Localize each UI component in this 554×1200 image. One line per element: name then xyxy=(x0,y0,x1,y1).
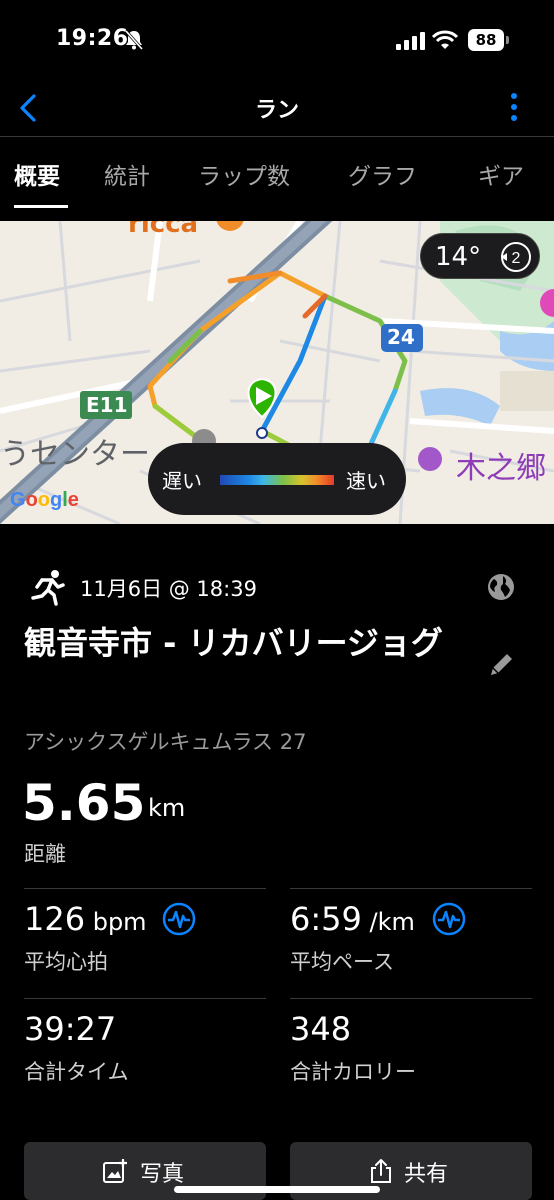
map-place-top: ricca xyxy=(128,221,199,239)
stat-divider xyxy=(24,888,266,889)
tab-stats[interactable]: 統計 xyxy=(104,157,150,191)
google-logo: Google xyxy=(10,489,79,511)
tab-overview[interactable]: 概要 xyxy=(14,157,60,191)
distance-label: 距離 xyxy=(24,842,66,866)
activity-title: 観音寺市 - リカバリージョグ xyxy=(24,624,443,662)
avg-heart-rate-value: 126 bpm xyxy=(24,900,147,938)
more-options-icon[interactable] xyxy=(506,92,522,122)
tab-bar: 概要 統計 ラップ数 グラフ ギア xyxy=(0,137,554,211)
active-tab-indicator xyxy=(14,205,68,208)
map-route-e11: E11 xyxy=(86,393,128,417)
bell-slash-icon xyxy=(124,30,144,50)
distance-value: 5.65 xyxy=(22,774,146,832)
temperature: 14° xyxy=(435,242,482,272)
nav-bar: ラン xyxy=(0,80,554,136)
battery-indicator: 88 xyxy=(468,29,504,51)
share-icon xyxy=(371,1159,391,1183)
total-calories-value: 348 xyxy=(290,1010,352,1048)
edit-pencil-icon[interactable] xyxy=(486,650,516,680)
add-photo-icon xyxy=(103,1159,127,1183)
avg-pace-value: 6:59 /km xyxy=(290,900,415,938)
home-indicator xyxy=(174,1186,380,1193)
add-photo-label: 写真 xyxy=(140,1162,185,1187)
page-title: ラン xyxy=(254,98,299,123)
status-time: 19:26 xyxy=(56,26,129,51)
status-bar: 19:26 88 xyxy=(0,0,554,80)
running-icon xyxy=(31,570,65,606)
total-time-value: 39:27 xyxy=(24,1010,117,1048)
tab-laps[interactable]: ラップ数 xyxy=(198,157,290,191)
route-map[interactable]: ricca E11 24 うセンター 木之郷 Google 14° 2 遅い 速… xyxy=(0,221,554,524)
tab-graph[interactable]: グラフ xyxy=(348,157,417,191)
wind-speed: 2 xyxy=(512,250,521,267)
distance-unit: km xyxy=(148,794,186,822)
heart-rate-chart-icon[interactable] xyxy=(162,902,196,936)
share-label: 共有 xyxy=(404,1162,449,1187)
speed-legend: 遅い 速い xyxy=(148,443,406,515)
map-place-center: うセンター xyxy=(0,437,150,472)
weather-badge: 14° 2 xyxy=(420,233,540,279)
map-place-right: 木之郷 xyxy=(456,451,546,486)
avg-heart-rate-label: 平均心拍 xyxy=(24,950,108,974)
pace-chart-icon[interactable] xyxy=(432,902,466,936)
wind-direction-icon: 2 xyxy=(501,242,531,272)
tab-gear[interactable]: ギア xyxy=(478,157,524,191)
speed-gradient-bar xyxy=(220,475,334,485)
cellular-signal-icon xyxy=(396,32,425,50)
battery-cap xyxy=(506,36,509,44)
avg-pace-label: 平均ペース xyxy=(290,950,394,974)
stat-divider xyxy=(290,998,532,999)
total-calories-label: 合計カロリー xyxy=(290,1060,416,1084)
globe-icon[interactable] xyxy=(486,572,516,602)
total-time-label: 合計タイム xyxy=(24,1060,129,1084)
wifi-icon xyxy=(432,30,458,49)
legend-fast-label: 速い xyxy=(346,469,386,493)
gear-name: アシックスゲルキュムラス 27 xyxy=(24,730,307,754)
activity-date: 11月6日 @ 18:39 xyxy=(80,577,257,601)
legend-slow-label: 遅い xyxy=(162,469,202,493)
map-route-24: 24 xyxy=(387,325,415,349)
stat-divider xyxy=(24,998,266,999)
stat-divider xyxy=(290,888,532,889)
